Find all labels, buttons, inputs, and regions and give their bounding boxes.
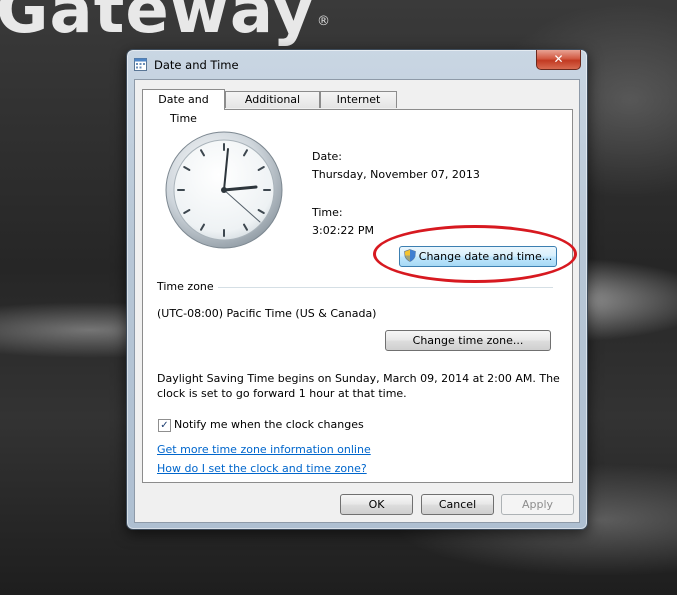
more-time-zone-info-link[interactable]: Get more time zone information online bbox=[157, 443, 371, 456]
how-to-set-clock-link[interactable]: How do I set the clock and time zone? bbox=[157, 462, 367, 475]
cancel-button[interactable]: Cancel bbox=[421, 494, 494, 515]
dst-info-line-1: Daylight Saving Time begins on Sunday, M… bbox=[157, 372, 560, 385]
desktop-brand-logo: Gateway bbox=[0, 0, 315, 48]
time-label: Time: bbox=[312, 206, 343, 219]
date-label: Date: bbox=[312, 150, 342, 163]
tab-internet-time[interactable]: Internet Time bbox=[320, 91, 397, 122]
change-time-zone-button[interactable]: Change time zone... bbox=[385, 330, 551, 351]
date-and-time-dialog: Date and Time ✕ Date and Time Additional… bbox=[126, 49, 588, 530]
tab-additional-clocks[interactable]: Additional Clocks bbox=[225, 91, 320, 122]
close-icon: ✕ bbox=[553, 52, 564, 66]
time-zone-value: (UTC-08:00) Pacific Time (US & Canada) bbox=[157, 307, 377, 320]
dialog-client-area: Date and Time Additional Clocks Internet… bbox=[134, 79, 580, 523]
apply-button[interactable]: Apply bbox=[501, 494, 574, 515]
time-value: 3:02:22 PM bbox=[312, 224, 375, 237]
ok-button[interactable]: OK bbox=[340, 494, 413, 515]
title-bar[interactable]: Date and Time ✕ bbox=[127, 50, 587, 80]
time-zone-heading: Time zone bbox=[157, 280, 214, 293]
brand-text: Gateway bbox=[0, 0, 315, 48]
dst-info-line-2: clock is set to go forward 1 hour at tha… bbox=[157, 387, 407, 400]
checkmark-icon: ✓ bbox=[160, 420, 169, 431]
cancel-label: Cancel bbox=[438, 498, 477, 511]
window-title: Date and Time bbox=[154, 58, 239, 72]
tab-panel-date-and-time: Date: Thursday, November 07, 2013 Time: … bbox=[142, 109, 573, 483]
ok-label: OK bbox=[368, 498, 385, 511]
analog-clock bbox=[165, 131, 283, 249]
notify-label[interactable]: Notify me when the clock changes bbox=[174, 418, 364, 431]
brand-registered-mark: ® bbox=[317, 14, 330, 29]
date-value: Thursday, November 07, 2013 bbox=[312, 168, 480, 181]
close-button[interactable]: ✕ bbox=[536, 50, 581, 70]
change-time-zone-label: Change time zone... bbox=[412, 334, 524, 347]
annotation-highlight-ring bbox=[373, 225, 577, 283]
tab-date-and-time[interactable]: Date and Time bbox=[142, 89, 225, 125]
apply-label: Apply bbox=[521, 498, 554, 511]
time-zone-separator bbox=[218, 287, 553, 288]
notify-checkbox[interactable]: ✓ bbox=[158, 419, 171, 432]
date-time-app-icon bbox=[134, 58, 147, 71]
